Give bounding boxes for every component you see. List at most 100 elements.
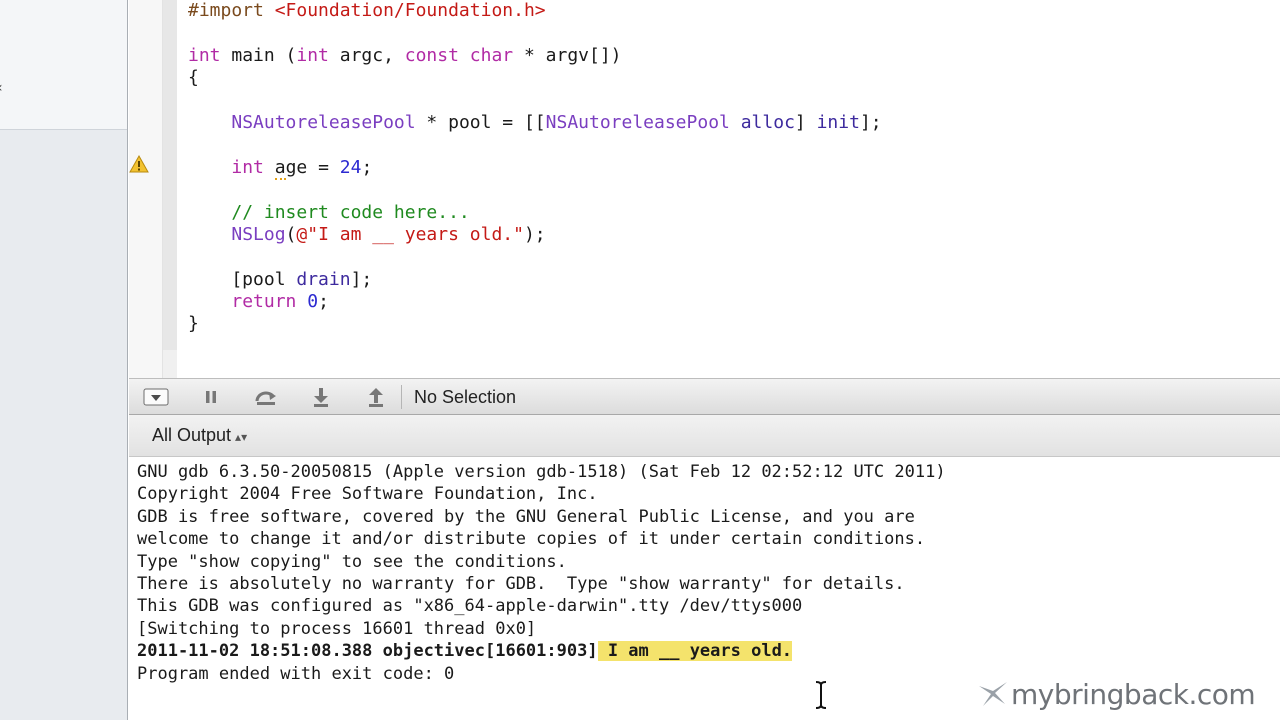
console-line-text: Program ended with exit code: 0 xyxy=(137,663,455,684)
debug-bar: No Selection xyxy=(129,378,1280,415)
watermark-text: mybringback.com xyxy=(1011,677,1256,711)
bird-logo-icon xyxy=(979,682,1007,706)
code-token: ; xyxy=(361,156,373,178)
code-token: * argv[]) xyxy=(513,44,622,66)
step-over-icon xyxy=(255,391,276,405)
code-line[interactable]: int age = 24; xyxy=(188,156,882,180)
console-line: 2011-11-02 18:51:08.388 objectivec[16601… xyxy=(137,640,946,662)
selection-label: No Selection xyxy=(414,387,517,407)
code-token: argc, xyxy=(328,44,405,66)
console-line: This GDB was configured as "x86_64-apple… xyxy=(137,595,946,617)
code-token: int xyxy=(231,156,264,178)
code-token: ]; xyxy=(350,268,373,290)
code-token: main ( xyxy=(220,44,297,66)
code-token: return xyxy=(231,291,297,313)
code-token: @"I am __ years old." xyxy=(296,223,524,245)
code-line[interactable] xyxy=(188,90,882,112)
console-line: Copyright 2004 Free Software Foundation,… xyxy=(137,483,946,505)
source-code[interactable]: #import <Foundation/Foundation.h> int mai… xyxy=(188,0,882,336)
code-token: a xyxy=(274,156,286,180)
code-line[interactable] xyxy=(188,134,882,156)
code-token: int xyxy=(188,44,221,66)
line-gutter[interactable] xyxy=(129,0,163,378)
code-line[interactable]: #import <Foundation/Foundation.h> xyxy=(188,0,882,22)
step-out-icon xyxy=(369,388,383,407)
step-into-icon xyxy=(314,388,328,407)
code-line[interactable]: // insert code here... xyxy=(188,202,882,224)
console-header: All Output ▴▾ xyxy=(129,415,1280,457)
panel-toggle-icon xyxy=(143,388,169,406)
code-token: NSAutoreleasePool xyxy=(231,111,416,133)
console-line-text: Copyright 2004 Free Software Foundation,… xyxy=(137,484,598,505)
console-line: GDB is free software, covered by the GNU… xyxy=(137,506,946,528)
warning-icon[interactable] xyxy=(129,154,149,174)
code-line[interactable] xyxy=(188,22,882,44)
toggle-console-button[interactable] xyxy=(143,385,169,409)
code-token: const xyxy=(404,44,459,66)
code-token: ]; xyxy=(859,111,882,133)
source-editor[interactable]: #import <Foundation/Foundation.h> int mai… xyxy=(129,0,1280,378)
code-token: ; xyxy=(318,291,329,313)
step-over-button[interactable] xyxy=(253,385,279,409)
code-line[interactable]: NSAutoreleasePool * pool = [[NSAutorelea… xyxy=(188,111,882,134)
code-line[interactable]: [pool drain]; xyxy=(188,269,882,291)
navigator-divider[interactable] xyxy=(127,0,128,720)
console-text[interactable]: GNU gdb 6.3.50-20050815 (Apple version g… xyxy=(137,461,946,685)
code-folding-ribbon-scope[interactable] xyxy=(163,0,177,350)
code-token: int xyxy=(296,44,329,66)
code-line[interactable]: NSLog(@"I am __ years old."); xyxy=(188,224,882,246)
console-line-text: 2011-11-02 18:51:08.388 objectivec[16601… xyxy=(137,641,598,662)
code-line[interactable] xyxy=(188,179,882,201)
project-navigator[interactable]: ‹ xyxy=(0,0,128,720)
code-token: NSAutoreleasePool xyxy=(545,111,730,133)
code-token: init xyxy=(816,111,860,133)
code-token: NSLog xyxy=(231,223,286,245)
code-line[interactable]: } xyxy=(188,313,882,335)
step-into-button[interactable] xyxy=(308,385,334,409)
console-line: welcome to change it and/or distribute c… xyxy=(137,528,946,550)
code-token: } xyxy=(188,313,199,335)
select-arrows-icon: ▴▾ xyxy=(235,430,248,444)
output-filter-label: All Output xyxy=(152,425,232,445)
code-token: 24 xyxy=(339,156,362,178)
console-line-text: GNU gdb 6.3.50-20050815 (Apple version g… xyxy=(137,462,946,482)
code-token: #import xyxy=(188,0,275,21)
debug-bar-separator xyxy=(401,385,402,409)
console-line: Type "show copying" to see the condition… xyxy=(137,551,946,573)
console-line: GNU gdb 6.3.50-20050815 (Apple version g… xyxy=(137,461,946,483)
code-token: // insert code here... xyxy=(231,201,470,223)
text-cursor-icon xyxy=(815,681,827,709)
code-token: drain xyxy=(296,268,351,290)
console-line-text: This GDB was configured as "x86_64-apple… xyxy=(137,596,803,617)
chevron-left-icon: ‹ xyxy=(0,80,3,96)
output-filter-select[interactable]: All Output ▴▾ xyxy=(152,425,247,446)
code-token: ] xyxy=(794,111,817,133)
code-line[interactable]: int main (int argc, const char * argv[]) xyxy=(188,45,882,67)
xcode-window: ‹ #import <Foundation/Foundation.h> int m… xyxy=(0,0,1280,720)
console-line: [Switching to process 16601 thread 0x0] xyxy=(137,618,946,640)
navigator-selected-row[interactable] xyxy=(0,0,128,130)
code-token: { xyxy=(188,67,199,89)
code-line[interactable]: { xyxy=(188,67,882,89)
console-line-text: GDB is free software, covered by the GNU… xyxy=(137,506,915,527)
pause-button[interactable] xyxy=(198,385,224,409)
code-line[interactable] xyxy=(188,246,882,268)
code-token: 0 xyxy=(307,291,319,313)
console-highlighted-output: I am __ years old. xyxy=(597,641,793,662)
console-line-text: There is absolutely no warranty for GDB.… xyxy=(137,573,905,594)
pause-icon xyxy=(206,391,216,403)
code-token: ); xyxy=(523,223,546,245)
code-line[interactable]: return 0; xyxy=(188,291,882,313)
console-line: There is absolutely no warranty for GDB.… xyxy=(137,573,946,595)
code-token: * pool = [[ xyxy=(415,111,546,133)
console-line-text: welcome to change it and/or distribute c… xyxy=(137,529,926,550)
step-out-button[interactable] xyxy=(363,385,389,409)
code-token: char xyxy=(469,44,514,66)
watermark: mybringback.com xyxy=(975,676,1256,712)
